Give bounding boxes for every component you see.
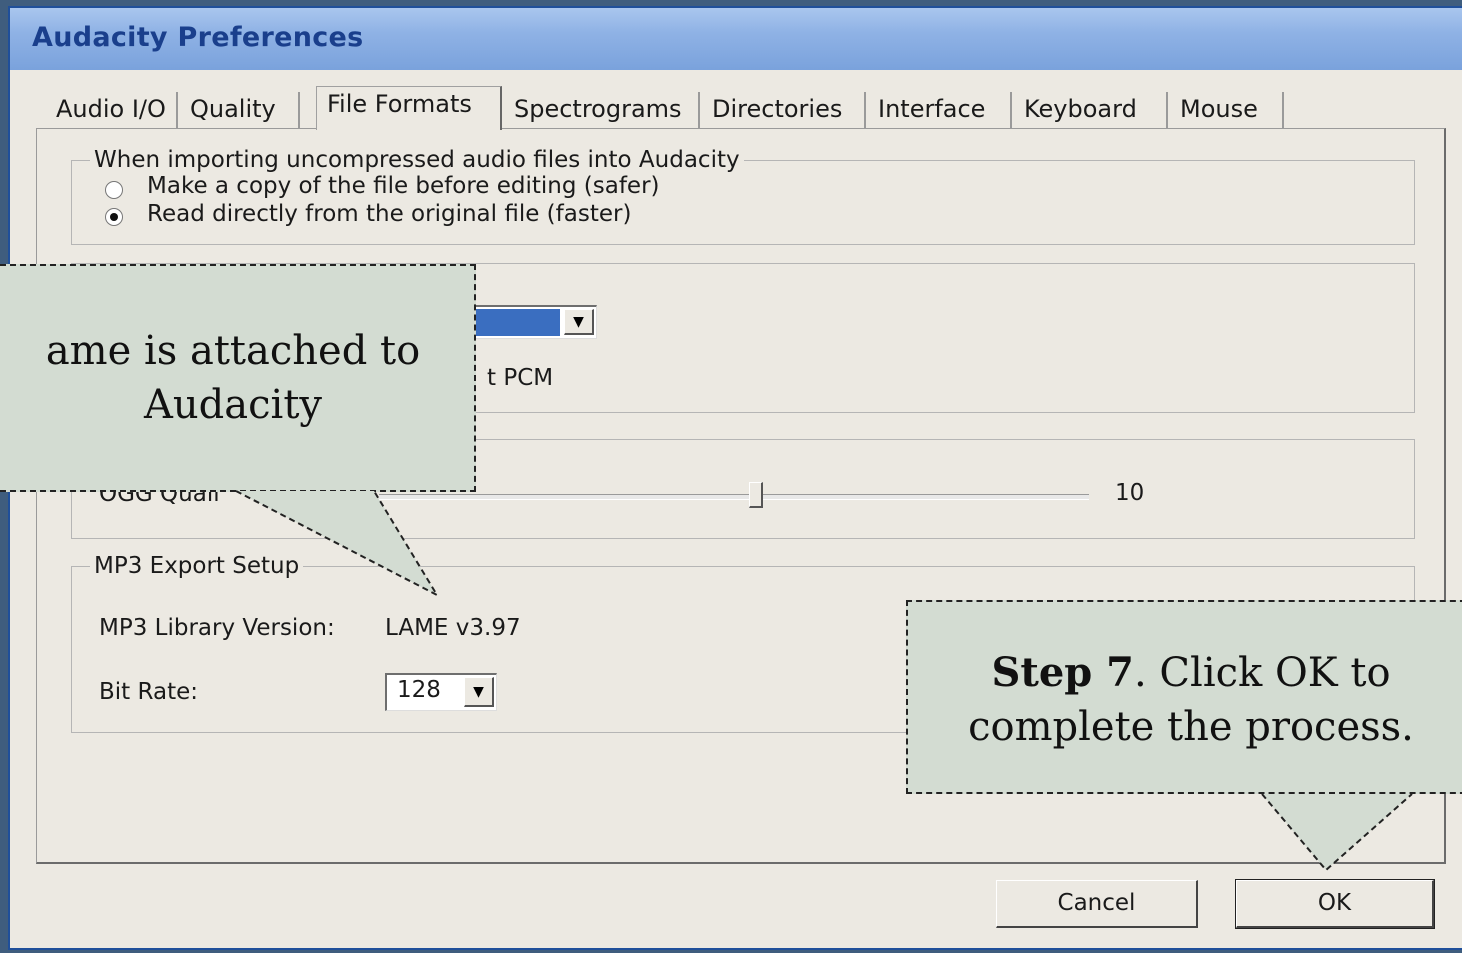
callout-tails xyxy=(235,490,1413,872)
step7-callout-tail xyxy=(1262,794,1412,870)
